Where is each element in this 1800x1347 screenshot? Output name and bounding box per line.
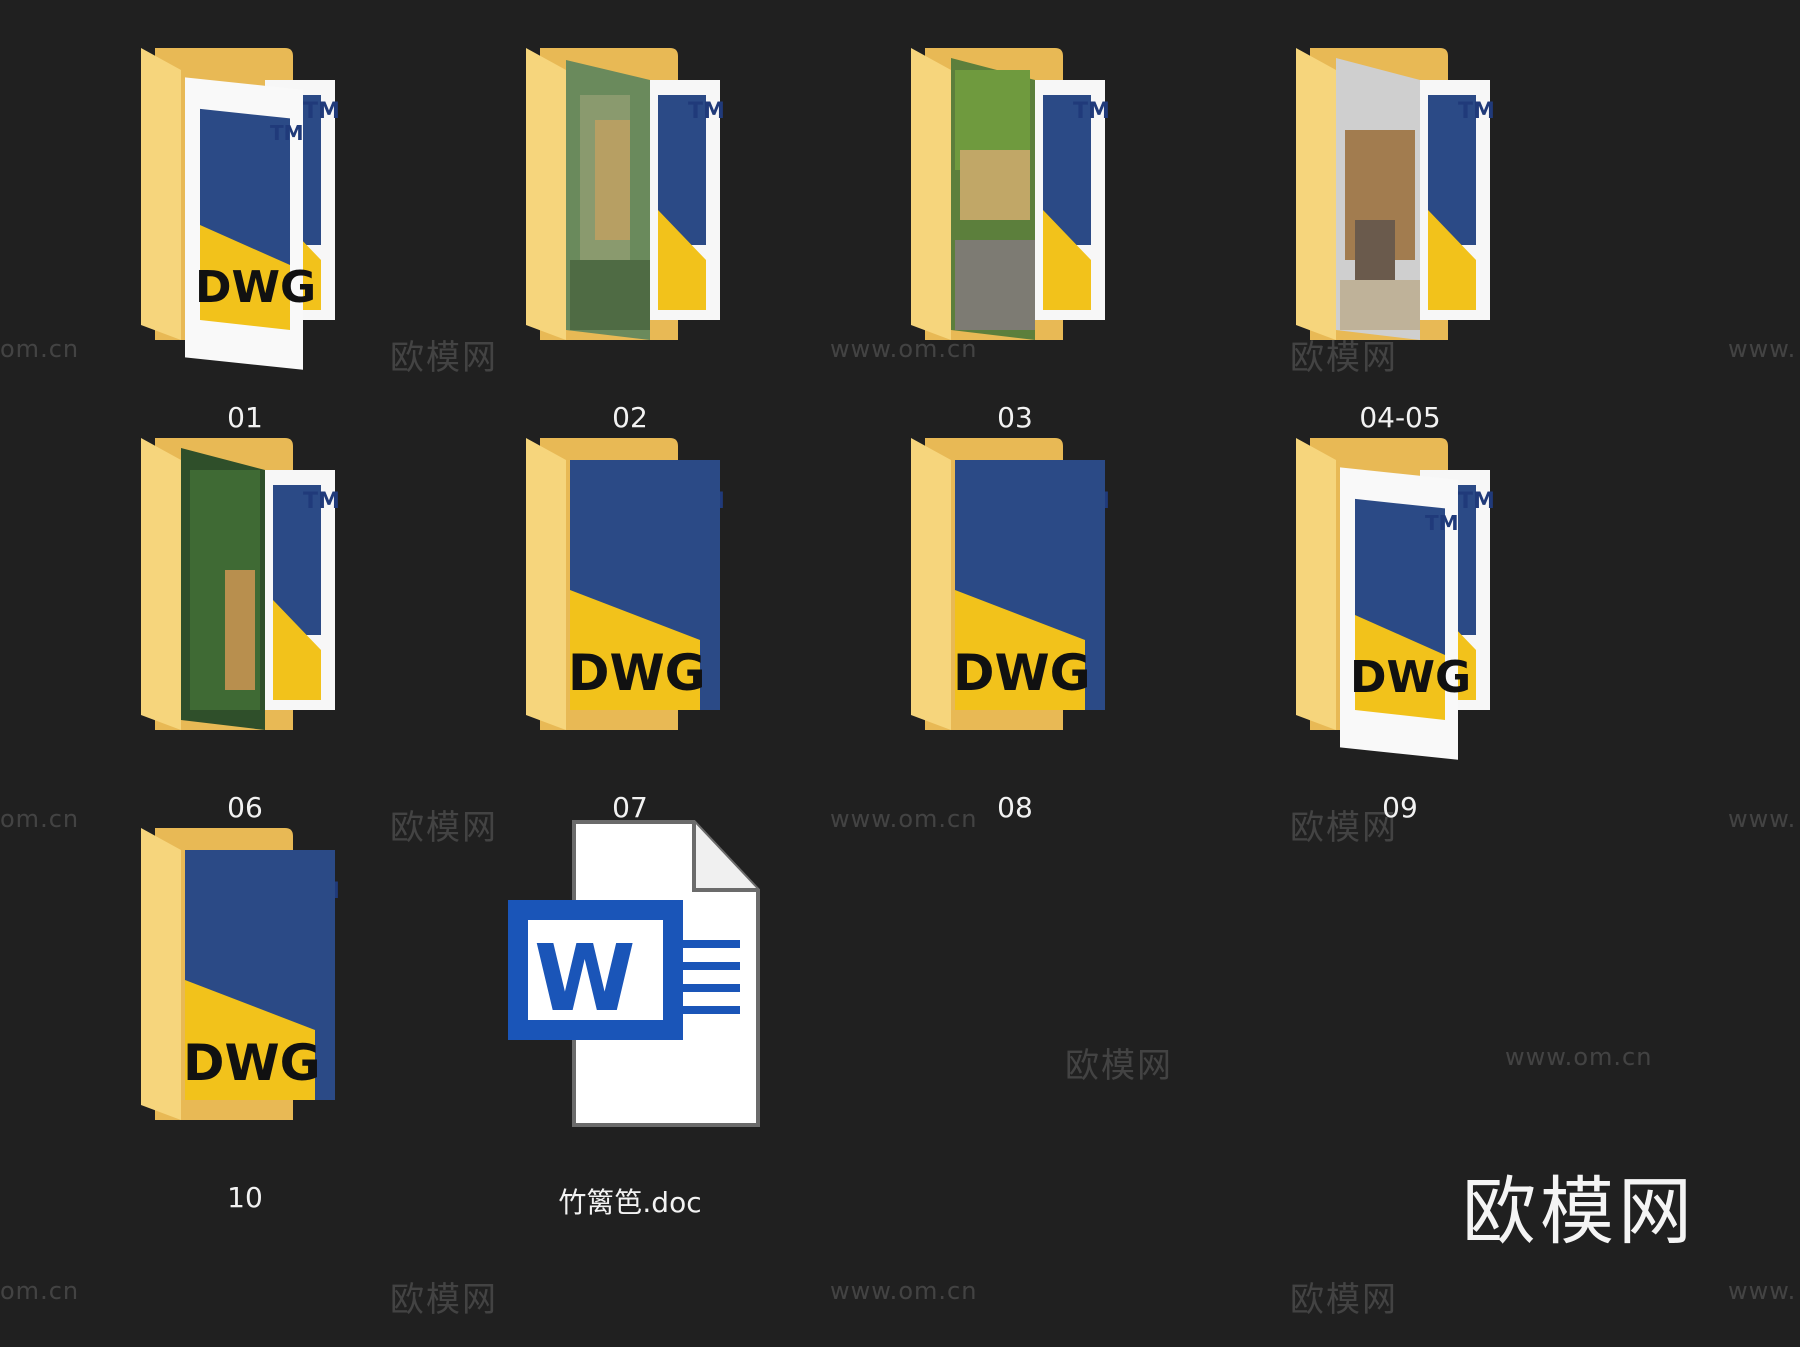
svg-text:DWG: DWG <box>183 1034 321 1092</box>
folder-item[interactable]: TM DWG 08 <box>845 430 1185 850</box>
folder-item[interactable]: TM 02 <box>460 40 800 460</box>
svg-text:DWG: DWG <box>195 262 316 313</box>
folder-name: 10 <box>227 1181 263 1214</box>
folder-icon: TM <box>115 430 375 775</box>
svg-text:TM: TM <box>303 489 340 514</box>
folder-icon: TM DWG TM <box>1270 430 1530 775</box>
brand-logo: 欧模网 <box>1462 1169 1696 1255</box>
folder-item[interactable]: TM 03 <box>845 40 1185 460</box>
folder-item[interactable]: TM 04-05 <box>1230 40 1570 460</box>
file-item[interactable]: W 竹篱笆.doc <box>460 820 800 1240</box>
folder-icon: TM DWG <box>885 430 1145 775</box>
folder-name: 09 <box>1382 791 1418 824</box>
svg-text:TM: TM <box>303 99 340 124</box>
folder-icon: TM <box>885 40 1145 385</box>
file-name: 竹篱笆.doc <box>558 1186 702 1219</box>
svg-text:TM: TM <box>270 121 304 145</box>
svg-text:DWG: DWG <box>568 644 706 702</box>
folder-icon: TM DWG <box>500 430 760 775</box>
folder-name: 08 <box>997 791 1033 824</box>
file-grid: TM DWG TM 01 TM 02 TM 03 TM 04-05 TM 06 … <box>0 0 1800 1347</box>
svg-text:DWG: DWG <box>953 644 1091 702</box>
svg-text:TM: TM <box>1425 511 1459 535</box>
folder-item[interactable]: TM 06 <box>75 430 415 850</box>
svg-text:DWG: DWG <box>1350 652 1471 703</box>
svg-text:TM: TM <box>688 99 725 124</box>
svg-text:TM: TM <box>1458 489 1495 514</box>
folder-item[interactable]: TM DWG TM 09 <box>1230 430 1570 850</box>
folder-icon: TM <box>1270 40 1530 385</box>
word-doc-icon: W <box>500 820 760 1165</box>
folder-icon: TM <box>500 40 760 385</box>
folder-item[interactable]: TM DWG 07 <box>460 430 800 850</box>
folder-icon: TM DWG TM <box>115 40 375 385</box>
folder-icon: TM DWG <box>115 820 375 1165</box>
svg-text:TM: TM <box>1458 99 1495 124</box>
svg-text:TM: TM <box>1073 99 1110 124</box>
svg-text:W: W <box>534 925 635 1032</box>
folder-item[interactable]: TM DWG TM 01 <box>75 40 415 460</box>
folder-item[interactable]: TM DWG 10 <box>75 820 415 1240</box>
